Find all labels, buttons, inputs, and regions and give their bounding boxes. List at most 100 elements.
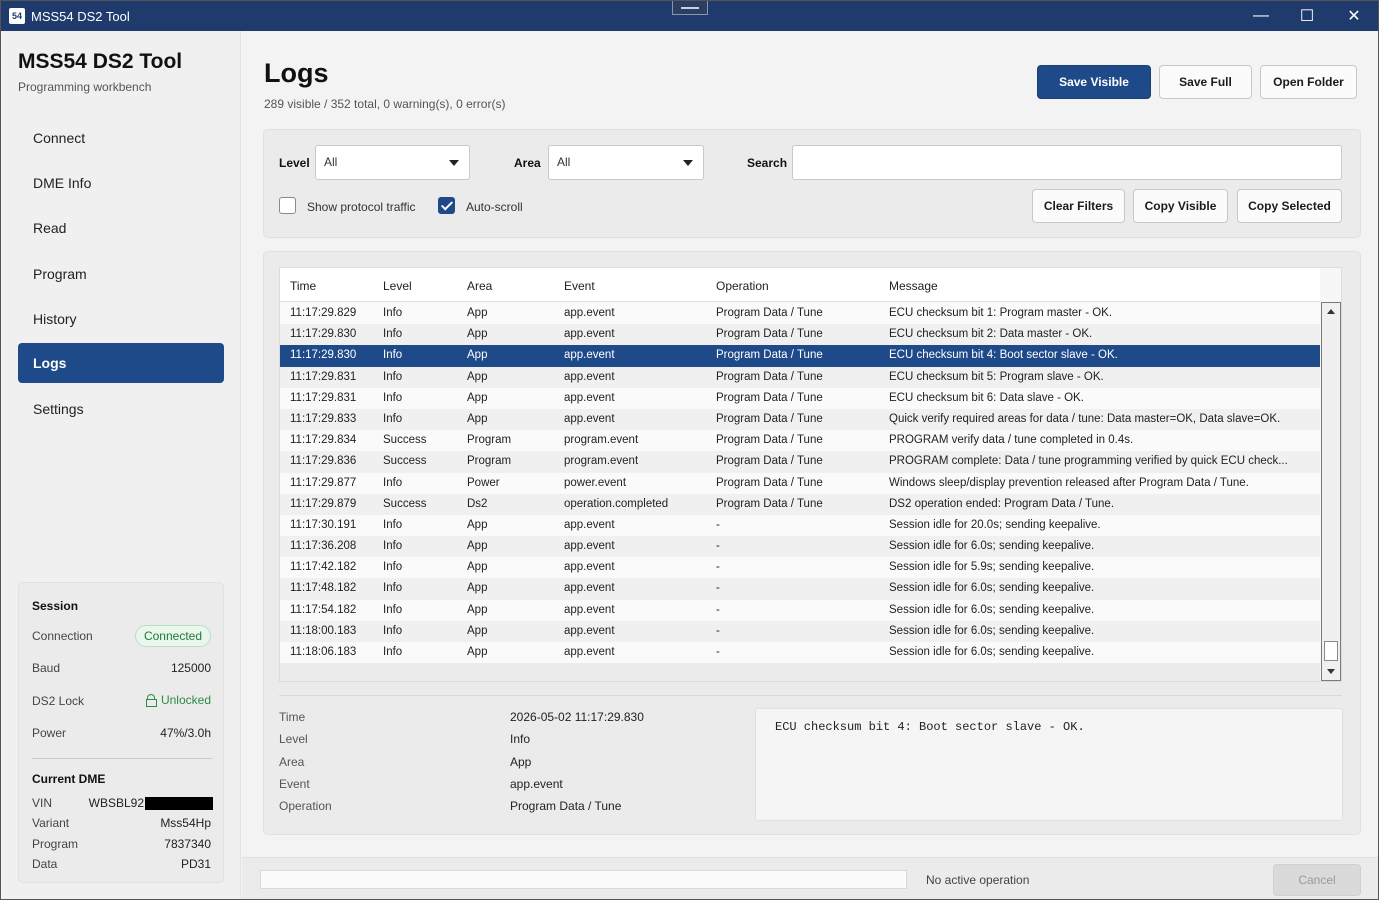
time-cell: 11:18:00.183 [290, 624, 357, 637]
scroll-down-icon[interactable] [1327, 669, 1335, 674]
area-cell: App [467, 349, 488, 362]
table-row[interactable]: 11:17:29.834 Success Program program.event P… [280, 430, 1320, 452]
session-card: Session Connection Connected Baud 125000… [18, 582, 224, 883]
detail-time-label: Time [279, 710, 306, 724]
area-cell: App [467, 624, 488, 637]
level-cell: Info [383, 518, 403, 531]
table-row[interactable]: 11:17:29.831 Info App app.event Program Data… [280, 387, 1320, 409]
copy-visible-button[interactable]: Copy Visible [1133, 189, 1228, 223]
show-protocol-checkbox[interactable] [279, 197, 296, 214]
event-cell: app.event [564, 307, 615, 319]
save-visible-button[interactable]: Save Visible [1037, 65, 1151, 99]
detail-event-value: app.event [510, 777, 563, 791]
vin-label: VIN [32, 796, 53, 810]
cancel-button[interactable]: Cancel [1273, 864, 1361, 896]
maximize-button[interactable]: ☐ [1284, 1, 1330, 31]
table-row[interactable]: 11:17:29.879 Success Ds2 operation.complete… [280, 493, 1320, 515]
column-header-operation[interactable]: Operation [716, 279, 769, 293]
table-row[interactable]: 11:17:29.836 Success Program program.event P… [280, 451, 1320, 473]
area-filter-value: All [557, 155, 571, 169]
detail-message-box[interactable]: ECU checksum bit 4: Boot sector slave - … [755, 708, 1343, 821]
connection-status-badge: Connected [134, 625, 211, 647]
column-header-event[interactable]: Event [564, 279, 595, 293]
detail-area-value: App [510, 755, 532, 769]
operation-cell: - [716, 646, 720, 658]
operation-cell: Program Data / Tune [716, 455, 823, 468]
sidebar-item-dme-info[interactable]: DME Info [18, 163, 224, 203]
save-full-button[interactable]: Save Full [1159, 65, 1252, 99]
operation-cell: Program Data / Tune [716, 328, 823, 341]
area-cell: App [467, 646, 488, 658]
area-filter-select[interactable]: All [548, 145, 704, 180]
baud-label: Baud [32, 661, 61, 675]
table-row[interactable]: 11:17:30.191 Info App app.event - Session idl… [280, 514, 1320, 537]
sidebar-item-settings[interactable]: Settings [18, 389, 224, 429]
data-value: PD31 [180, 857, 211, 871]
level-cell: Info [383, 624, 403, 637]
event-cell: app.event [564, 412, 615, 425]
level-cell: Info [383, 603, 403, 616]
table-row[interactable]: 11:17:48.182 Info App app.event - Session idl… [280, 578, 1320, 600]
table-row[interactable]: 11:18:06.183 Info App app.event - Session idl… [280, 642, 1320, 664]
drag-handle-icon[interactable] [672, 1, 708, 15]
event-cell: app.event [564, 582, 615, 595]
card-divider [32, 758, 212, 759]
sidebar-item-connect[interactable]: Connect [18, 118, 224, 158]
column-header-level[interactable]: Level [383, 279, 412, 293]
time-cell: 11:17:30.191 [290, 518, 357, 531]
session-title: Session [32, 599, 79, 613]
detail-level-label: Level [279, 732, 308, 746]
detail-divider [279, 695, 1342, 696]
operation-cell: - [716, 540, 720, 553]
horizontal-scrollbar[interactable] [280, 663, 1320, 681]
table-row[interactable]: 11:18:00.183 Info App app.event - Session idl… [280, 620, 1320, 642]
program-label: Program [32, 837, 79, 851]
open-folder-button[interactable]: Open Folder [1260, 65, 1357, 99]
page-title: Logs [264, 58, 329, 88]
vin-text: WBSBL92 [88, 796, 144, 810]
time-cell: 11:17:29.831 [290, 370, 357, 383]
copy-selected-button[interactable]: Copy Selected [1237, 189, 1342, 223]
autoscroll-checkbox[interactable] [438, 197, 455, 214]
vertical-scrollbar[interactable] [1321, 302, 1341, 681]
table-row[interactable]: 11:17:29.830 Info App app.event Program Data… [280, 324, 1320, 346]
table-row[interactable]: 11:17:29.833 Info App app.event Program Data… [280, 408, 1320, 431]
event-cell: program.event [564, 455, 639, 468]
table-row[interactable]: 11:17:29.830 Info App app.event Program Data… [280, 345, 1320, 367]
operation-status: No active operation [926, 873, 1030, 887]
show-protocol-label[interactable]: Show protocol traffic [307, 200, 416, 214]
table-row[interactable]: 11:17:29.829 Info App app.event Program Data… [280, 303, 1320, 325]
sidebar-item-logs[interactable]: Logs [18, 343, 224, 383]
scroll-up-icon[interactable] [1327, 309, 1335, 314]
chevron-down-icon [683, 160, 693, 166]
level-cell: Info [383, 476, 403, 489]
level-filter-select[interactable]: All [315, 145, 470, 180]
column-header-area[interactable]: Area [467, 279, 492, 293]
area-cell: Ds2 [467, 497, 488, 510]
variant-label: Variant [32, 816, 70, 830]
scroll-thumb[interactable] [1324, 641, 1338, 661]
column-header-message[interactable]: Message [889, 279, 938, 293]
autoscroll-label[interactable]: Auto-scroll [466, 200, 523, 214]
operation-cell: - [716, 624, 720, 637]
table-row[interactable]: 11:17:42.182 Info App app.event - Session idl… [280, 557, 1320, 579]
title-bar[interactable]: 54 MSS54 DS2 Tool — ☐ ✕ [1, 1, 1378, 31]
clear-filters-button[interactable]: Clear Filters [1032, 189, 1125, 223]
table-row[interactable]: 11:17:29.877 Info Power power.event Program … [280, 472, 1320, 494]
search-input[interactable] [792, 145, 1342, 180]
log-grid[interactable]: Time Level Area Event Operation Message … [279, 267, 1342, 682]
sidebar-item-program[interactable]: Program [18, 254, 224, 294]
program-value: 7837340 [164, 837, 211, 851]
sidebar-item-read[interactable]: Read [18, 208, 224, 248]
area-cell: App [467, 561, 488, 574]
table-row[interactable]: 11:17:36.208 Info App app.event - Session idl… [280, 536, 1320, 558]
sidebar-item-history[interactable]: History [18, 299, 224, 339]
time-cell: 11:17:36.208 [290, 540, 357, 553]
table-row[interactable]: 11:17:54.182 Info App app.event - Session idl… [280, 599, 1320, 621]
level-cell: Info [383, 540, 403, 553]
column-header-time[interactable]: Time [290, 279, 316, 293]
minimize-button[interactable]: — [1238, 1, 1284, 31]
close-button[interactable]: ✕ [1331, 1, 1377, 31]
event-cell: app.event [564, 603, 615, 616]
table-row[interactable]: 11:17:29.831 Info App app.event Program Data… [280, 366, 1320, 388]
